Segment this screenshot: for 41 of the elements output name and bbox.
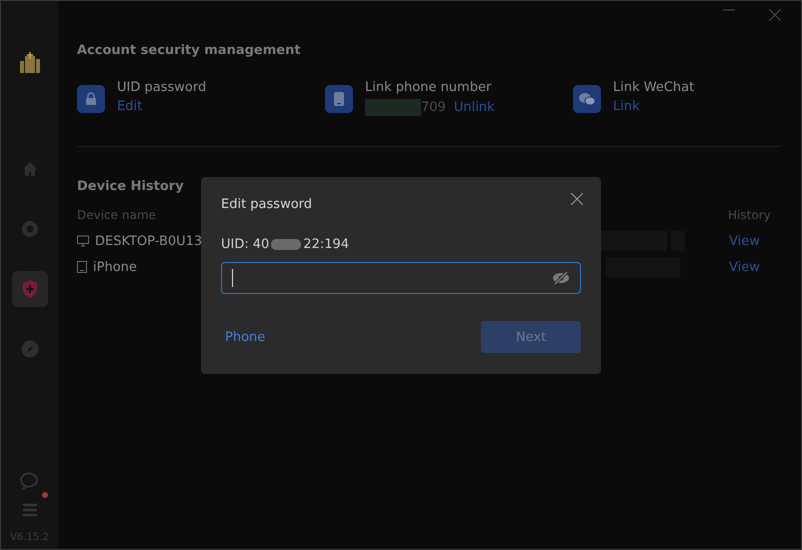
phone-suffix: 709 [421, 100, 446, 115]
password-field[interactable] [221, 262, 581, 294]
tablet-icon [77, 261, 87, 273]
redaction-block [601, 231, 667, 251]
chat-bubbles-icon [579, 92, 595, 106]
phone-icon [334, 92, 344, 106]
dialog-title: Edit password [221, 197, 312, 212]
logo-icon [18, 51, 42, 73]
device-name: DESKTOP-B0U13 [95, 234, 202, 248]
uid-start: 40 [252, 237, 270, 252]
setting-label: UID password [117, 80, 206, 95]
shield-icon [20, 279, 38, 299]
action-link[interactable]: Edit [117, 99, 142, 114]
monitor-icon [77, 235, 89, 247]
nav-button[interactable] [12, 271, 48, 307]
chat-icon[interactable] [20, 472, 40, 490]
column-header: History [728, 208, 771, 222]
minimize-icon[interactable] [723, 9, 735, 11]
lock-icon [84, 92, 98, 106]
section-title: Device History [77, 179, 185, 194]
view-link[interactable]: View [729, 260, 760, 274]
close-icon[interactable] [769, 9, 781, 21]
column-header: Device name [77, 208, 156, 222]
uid-end: 22:194 [303, 237, 350, 252]
setting-label: Link WeChat [613, 80, 694, 95]
action-link[interactable]: Unlink [454, 100, 495, 115]
view-link[interactable]: View [729, 234, 760, 248]
home-icon [20, 160, 38, 178]
phone-link[interactable]: Phone [225, 330, 266, 344]
section-title: Account security management [77, 43, 302, 58]
uid-label: UID: [221, 237, 249, 252]
action-link[interactable]: Link [613, 99, 640, 114]
compass-icon [20, 340, 38, 358]
menu-icon[interactable] [22, 502, 38, 518]
setting-label: Link phone number [365, 80, 492, 95]
device-name: iPhone [93, 260, 137, 274]
close-button[interactable] [569, 191, 585, 207]
eye-off-icon[interactable] [552, 271, 570, 285]
redaction-block [365, 99, 421, 116]
record-icon [20, 220, 38, 238]
redaction-smear [271, 239, 302, 250]
